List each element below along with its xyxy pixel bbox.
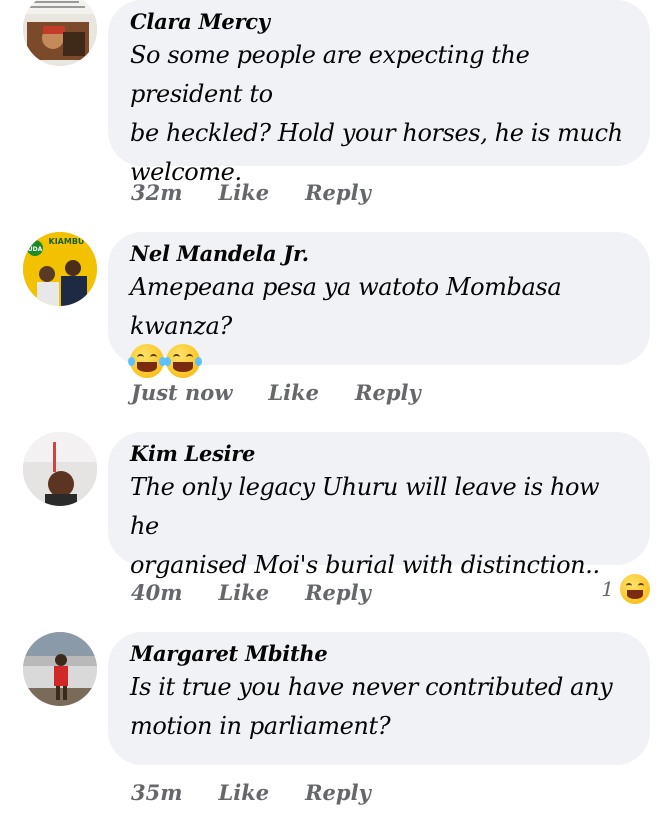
- reply-button[interactable]: Reply: [305, 780, 371, 805]
- comment-text: Amepeana pesa ya watoto Mombasa kwanza?: [130, 273, 569, 340]
- comment-actions: 35m Like Reply: [131, 780, 371, 805]
- comment-actions: 32m Like Reply: [131, 180, 371, 205]
- comment-timestamp[interactable]: 32m: [131, 180, 182, 205]
- haha-reaction-icon: [620, 574, 650, 604]
- like-button[interactable]: Like: [218, 180, 269, 205]
- like-button[interactable]: Like: [268, 380, 319, 405]
- like-button[interactable]: Like: [218, 780, 269, 805]
- comment-actions: 40m Like Reply: [131, 580, 371, 605]
- comment-timestamp[interactable]: 40m: [131, 580, 182, 605]
- avatar[interactable]: [23, 432, 97, 506]
- comment-bubble: Margaret Mbithe Is it true you have neve…: [108, 632, 650, 765]
- comment-bubble: Clara Mercy So some people are expecting…: [108, 0, 650, 186]
- reply-button[interactable]: Reply: [305, 180, 371, 205]
- reaction-summary[interactable]: 1: [601, 574, 650, 604]
- comment-text: So some people are expecting the preside…: [130, 41, 623, 186]
- comment-bubble: Nel Mandela Jr. Amepeana pesa ya watoto …: [108, 232, 650, 378]
- avatar-caption: KIAMBU 2021: [49, 237, 97, 246]
- avatar[interactable]: [23, 0, 97, 66]
- avatar-badge: UDA: [28, 246, 43, 253]
- reply-button[interactable]: Reply: [355, 380, 421, 405]
- avatar[interactable]: KIAMBU 2021 UDA: [23, 232, 97, 306]
- laughing-tears-emoji-icon: [127, 344, 167, 378]
- avatar[interactable]: [23, 632, 97, 706]
- comment-timestamp[interactable]: Just now: [131, 380, 232, 405]
- comment-author[interactable]: Kim Lesire: [130, 440, 628, 468]
- comment-author[interactable]: Nel Mandela Jr.: [130, 240, 628, 268]
- reaction-count: 1: [601, 577, 614, 601]
- comment-text: Is it true you have never contributed an…: [130, 673, 613, 740]
- like-button[interactable]: Like: [218, 580, 269, 605]
- comment-author[interactable]: Margaret Mbithe: [130, 640, 628, 668]
- comment-author[interactable]: Clara Mercy: [130, 8, 628, 36]
- comment-text: The only legacy Uhuru will leave is how …: [130, 473, 600, 579]
- reply-button[interactable]: Reply: [305, 580, 371, 605]
- comment-actions: Just now Like Reply: [131, 380, 421, 405]
- comment-timestamp[interactable]: 35m: [131, 780, 182, 805]
- comment-bubble: Kim Lesire The only legacy Uhuru will le…: [108, 432, 650, 579]
- laughing-tears-emoji-icon: [163, 344, 203, 378]
